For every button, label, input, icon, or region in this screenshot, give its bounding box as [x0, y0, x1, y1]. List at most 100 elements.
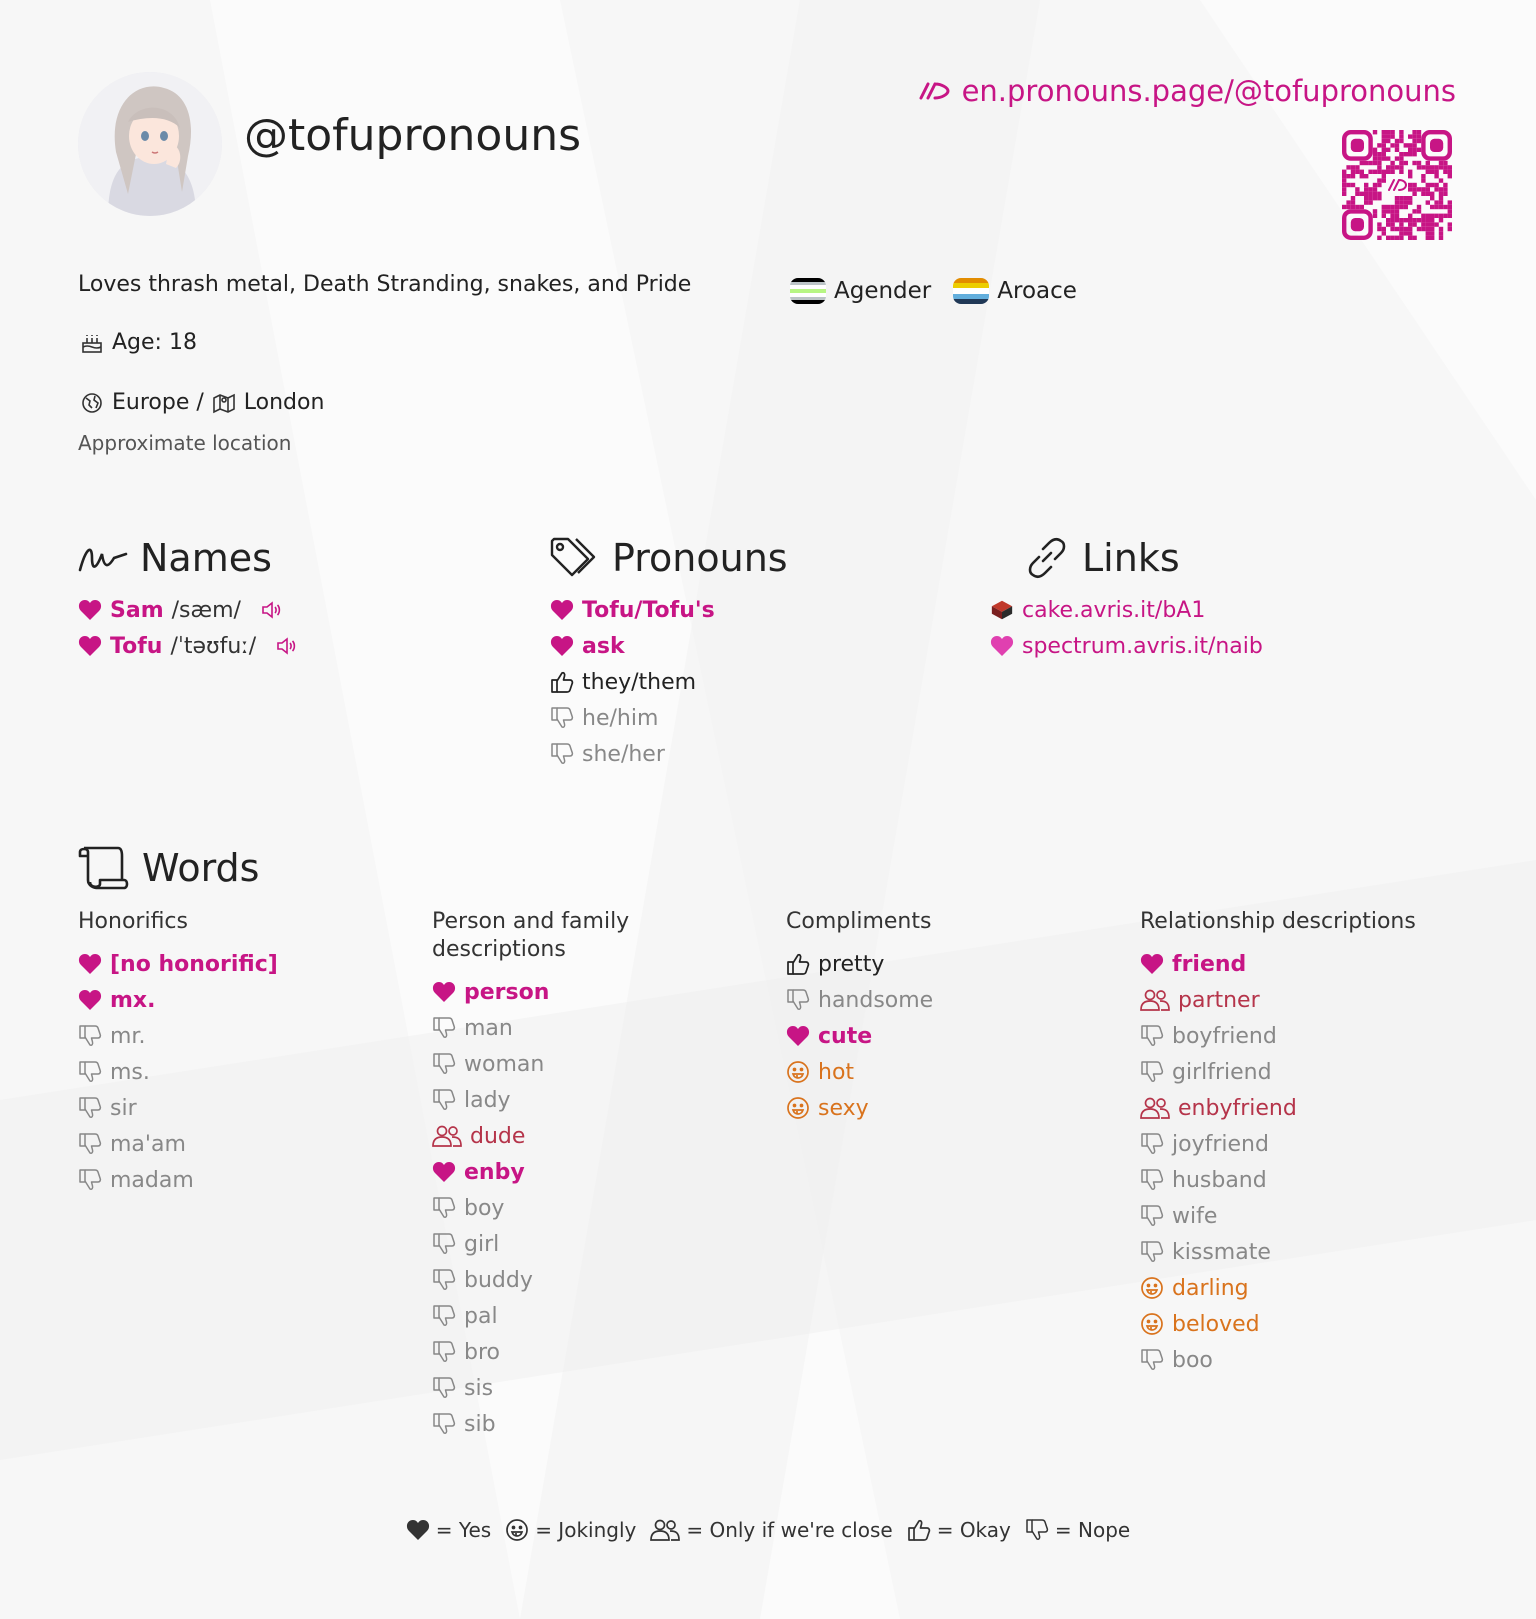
word-item: cute [786, 1018, 1096, 1054]
word-item-label: person [464, 979, 550, 1005]
word-item: boyfriend [1140, 1018, 1450, 1054]
word-item: handsome [786, 982, 1096, 1018]
word-item: hot [786, 1054, 1096, 1090]
signature-icon [78, 538, 128, 578]
heart-icon [432, 980, 456, 1004]
word-item: enbyfriend [1140, 1090, 1450, 1126]
scroll-icon [78, 846, 130, 890]
thumbs-down-icon [78, 1168, 102, 1192]
city-text: London [243, 390, 325, 415]
word-item-label: [no honorific] [110, 951, 278, 977]
word-item-label: girlfriend [1172, 1059, 1272, 1085]
thumbs-down-icon [1025, 1518, 1049, 1542]
flag-item-agender[interactable]: Agender [790, 278, 931, 304]
pronouns-section: Pronouns Tofu/Tofu's ask they/them he/him sh… [550, 536, 788, 772]
agender-flag-icon [790, 278, 826, 304]
word-item-label: dude [470, 1123, 526, 1149]
column-header: Relationship descriptions [1140, 909, 1416, 934]
thumbs-down-icon [432, 1340, 456, 1364]
link-item[interactable]: cake.avris.it/bA1 [990, 592, 1263, 628]
names-title: Names [78, 536, 298, 580]
word-item-label: darling [1172, 1275, 1249, 1301]
word-item: ms. [78, 1054, 388, 1090]
people-icon [432, 1124, 462, 1148]
profile-url-link[interactable]: en.pronouns.page/@tofupronouns [918, 74, 1456, 108]
word-item-label: boo [1172, 1347, 1213, 1373]
thumbs-down-icon [786, 988, 810, 1012]
tongue-face-icon [1140, 1312, 1164, 1336]
identity-flags: Agender Aroace [790, 278, 1077, 304]
name-item: Tofu/ˈtəʊfuː/ [78, 628, 298, 664]
word-item-label: pal [464, 1303, 498, 1329]
thumbs-down-icon [1140, 1024, 1164, 1048]
word-item-label: ms. [110, 1059, 150, 1085]
word-item: girlfriend [1140, 1054, 1450, 1090]
heart-icon [78, 952, 102, 976]
cake-icon [80, 331, 104, 355]
legend-label: = Nope [1054, 1518, 1131, 1542]
word-item-label: sir [110, 1095, 137, 1121]
word-item: mr. [78, 1018, 388, 1054]
thumbs-down-icon [432, 1196, 456, 1220]
aroace-flag-icon [953, 278, 990, 304]
flag-item-aroace[interactable]: Aroace [953, 278, 1077, 304]
word-item-label: woman [464, 1051, 545, 1077]
word-item-label: partner [1178, 987, 1260, 1013]
word-item: wife [1140, 1198, 1450, 1234]
thumbs-up-icon [550, 670, 574, 694]
opinion-legend: = Yes = Jokingly = Only if we're close = Ok… [0, 1518, 1536, 1542]
word-item-label: cute [818, 1023, 873, 1049]
word-item-label: wife [1172, 1203, 1218, 1229]
thumbs-down-icon [550, 742, 574, 766]
username: @tofupronouns [244, 110, 582, 161]
word-item: person [432, 974, 742, 1010]
name-item-label: Sam [110, 597, 164, 623]
speaker-icon[interactable] [259, 598, 283, 622]
speaker-icon[interactable] [274, 634, 298, 658]
words-column-person: Person and family descriptions person man… [432, 908, 742, 1442]
word-item: kissmate [1140, 1234, 1450, 1270]
word-item-label: lady [464, 1087, 511, 1113]
link-item[interactable]: spectrum.avris.it/naib [990, 628, 1263, 664]
word-item: woman [432, 1046, 742, 1082]
pronoun-item-label: she/her [582, 741, 665, 767]
pronunciation: /ˈtəʊfuː/ [170, 633, 257, 659]
word-item-label: enbyfriend [1178, 1095, 1297, 1121]
link-icon [1024, 537, 1070, 579]
column-header: Honorifics [78, 909, 188, 934]
thumbs-down-icon [78, 1132, 102, 1156]
thumbs-up-icon [907, 1518, 931, 1542]
names-title-text: Names [140, 536, 272, 580]
link-text[interactable]: cake.avris.it/bA1 [1022, 598, 1205, 623]
thumbs-down-icon [1140, 1168, 1164, 1192]
word-item: buddy [432, 1262, 742, 1298]
thumbs-down-icon [432, 1016, 456, 1040]
names-section: Names Sam/sæm/Tofu/ˈtəʊfuː/ [78, 536, 298, 664]
word-item-label: pretty [818, 951, 885, 977]
flag-label: Aroace [997, 278, 1077, 304]
word-item: sis [432, 1370, 742, 1406]
thumbs-down-icon [78, 1096, 102, 1120]
people-icon [650, 1518, 681, 1542]
thumbs-down-icon [432, 1412, 456, 1436]
pronouns-page-logo-icon [918, 79, 952, 103]
thumbs-down-icon [1140, 1348, 1164, 1372]
region-text: Europe / [112, 390, 204, 415]
word-item-label: handsome [818, 987, 934, 1013]
word-item: husband [1140, 1162, 1450, 1198]
legend-item-yes: = Yes [406, 1518, 491, 1542]
tongue-face-icon [1140, 1276, 1164, 1300]
link-text[interactable]: spectrum.avris.it/naib [1022, 634, 1263, 659]
pronoun-item-label: ask [582, 633, 625, 659]
legend-label: = Only if we're close [686, 1518, 893, 1542]
heart-icon [78, 988, 102, 1012]
heart-icon [990, 634, 1014, 658]
word-item-label: beloved [1172, 1311, 1260, 1337]
thumbs-down-icon [432, 1304, 456, 1328]
word-item: sir [78, 1090, 388, 1126]
bio: Loves thrash metal, Death Stranding, sna… [78, 272, 692, 297]
pronoun-item: she/her [550, 736, 788, 772]
thumbs-down-icon [1140, 1060, 1164, 1084]
heart-icon [78, 598, 102, 622]
word-item: dude [432, 1118, 742, 1154]
